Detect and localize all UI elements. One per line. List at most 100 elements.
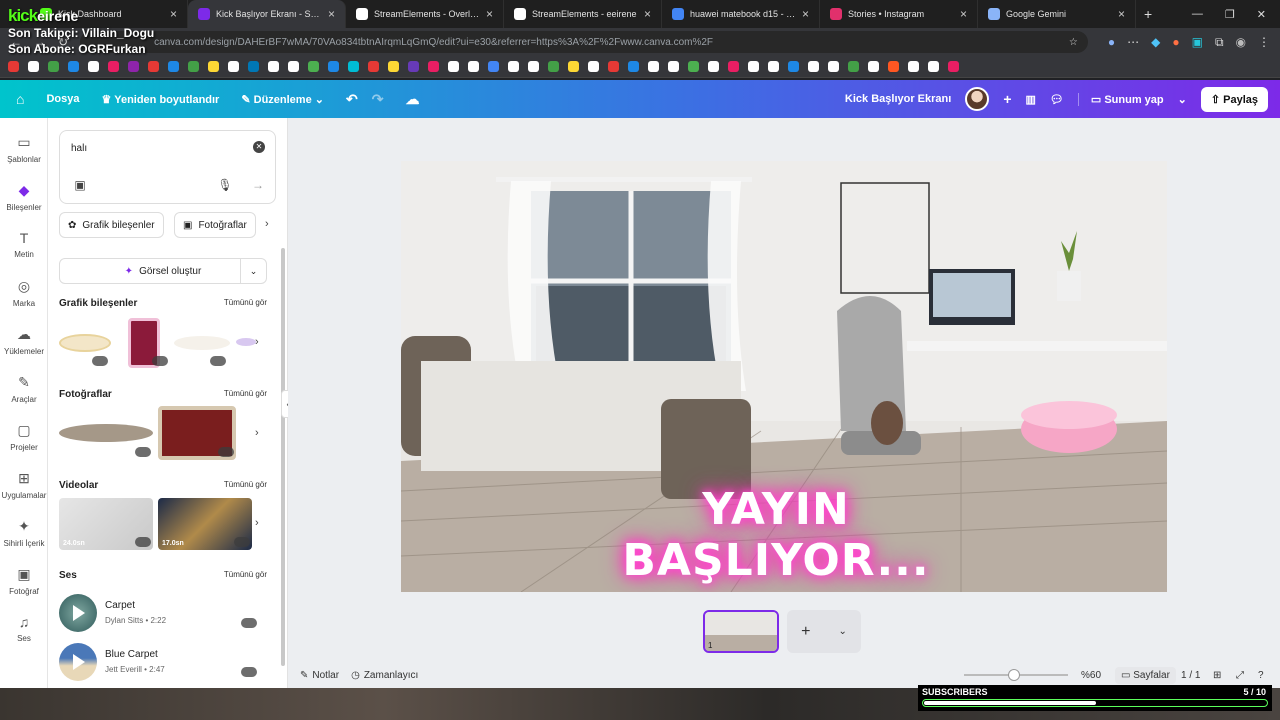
microphone-icon[interactable]: 🎙︎ — [215, 175, 235, 195]
restore-icon[interactable]: ❐ — [1225, 8, 1235, 21]
rail-item[interactable]: ☁ Yüklemeler — [0, 326, 48, 356]
browser-tab[interactable]: Google Gemini × — [978, 0, 1136, 28]
bookmark-icon[interactable] — [508, 61, 519, 72]
share-button[interactable]: ⇧ Paylaş — [1200, 86, 1268, 112]
bookmark-icon[interactable] — [388, 61, 399, 72]
see-all-photos[interactable]: Tümünü gör — [224, 389, 267, 398]
page-thumbnail[interactable]: 1 — [703, 610, 779, 653]
comment-icon[interactable]: 💬︎ — [1050, 93, 1064, 106]
browser-tab[interactable]: Kick Başlıyor Ekranı - Sunum × — [188, 0, 346, 28]
search-box[interactable]: halı ✕ ▣ 🎙︎ → — [59, 130, 276, 204]
extension-icon[interactable]: ▣ — [1192, 35, 1203, 49]
bookmark-icon[interactable] — [248, 61, 259, 72]
play-icon[interactable] — [73, 654, 85, 670]
zoom-slider[interactable] — [964, 669, 1068, 681]
bookmark-icon[interactable] — [48, 61, 59, 72]
extension-icon[interactable]: ⋯ — [1127, 35, 1139, 49]
file-menu[interactable]: Dosya — [46, 93, 79, 105]
rail-item[interactable]: T Metin — [0, 230, 48, 259]
see-all-audio[interactable]: Tümünü gör — [224, 570, 267, 579]
browser-tab[interactable]: huawei matebook d15 - Googl× — [662, 0, 820, 28]
chip-graphics[interactable]: ✿ Grafik bileşenler — [59, 212, 164, 238]
notes-button[interactable]: ✎ Notlar — [300, 670, 339, 681]
bookmark-icon[interactable] — [808, 61, 819, 72]
minimize-icon[interactable]: — — [1192, 8, 1203, 21]
bookmark-icon[interactable] — [928, 61, 939, 72]
undo-icon[interactable]: ↶ — [346, 91, 358, 108]
extensions-puzzle-icon[interactable]: ⧉ — [1215, 35, 1224, 50]
browser-tab[interactable]: StreamElements - Overlays × — [346, 0, 504, 28]
bookmark-star-icon[interactable]: ☆ — [1069, 37, 1078, 48]
bookmark-icon[interactable] — [788, 61, 799, 72]
bookmark-icon[interactable] — [368, 61, 379, 72]
graphic-fluffy-rug[interactable] — [174, 336, 230, 350]
rail-item[interactable]: ⊞ Uygulamalar — [0, 470, 48, 500]
close-icon[interactable]: ✕ — [1257, 8, 1266, 21]
bookmark-icon[interactable] — [728, 61, 739, 72]
bookmark-icon[interactable] — [208, 61, 219, 72]
url-input[interactable]: canva.com/design/DAHErBF7wMA/70VAo834tbt… — [80, 31, 1088, 53]
graphic-purple-rug[interactable] — [236, 338, 256, 346]
pages-button[interactable]: ▭ Sayfalar — [1115, 666, 1176, 684]
chip-next-icon[interactable]: › — [265, 218, 269, 230]
extension-icon[interactable]: ◆ — [1151, 35, 1160, 49]
play-icon[interactable] — [73, 605, 85, 621]
photos-next-icon[interactable]: › — [255, 427, 259, 439]
image-search-icon[interactable]: ▣ — [70, 175, 90, 195]
slide-canvas[interactable]: YAYIN BAŞLIYOR... — [401, 161, 1167, 592]
bookmark-icon[interactable] — [288, 61, 299, 72]
close-tab-icon[interactable]: × — [960, 7, 967, 21]
add-page-button[interactable]: + ⌄ — [787, 610, 861, 653]
add-collaborator-icon[interactable]: + — [1003, 91, 1011, 107]
bookmark-icon[interactable] — [348, 61, 359, 72]
bookmark-icon[interactable] — [148, 61, 159, 72]
insights-icon[interactable]: ▥ — [1026, 93, 1036, 106]
panel-scrollbar[interactable] — [281, 248, 285, 666]
timer-button[interactable]: ◷ Zamanlayıcı — [351, 670, 418, 681]
submit-arrow-icon[interactable]: → — [248, 175, 268, 195]
bookmark-icon[interactable] — [228, 61, 239, 72]
bookmark-icon[interactable] — [408, 61, 419, 72]
new-tab-button[interactable]: + — [1144, 6, 1152, 22]
fullscreen-icon[interactable]: ⤢ — [1236, 670, 1244, 681]
zoom-level[interactable]: %60 — [1081, 670, 1101, 681]
videos-next-icon[interactable]: › — [255, 517, 259, 529]
bookmark-icon[interactable] — [908, 61, 919, 72]
profile-icon[interactable]: ◉ — [1236, 35, 1246, 49]
graphic-round-rug[interactable] — [59, 334, 111, 352]
photo-round-rug[interactable] — [59, 424, 153, 442]
bookmark-icon[interactable] — [308, 61, 319, 72]
see-all-videos[interactable]: Tümünü gör — [224, 480, 267, 489]
bookmark-icon[interactable] — [688, 61, 699, 72]
rail-item[interactable]: ▢ Projeler — [0, 422, 48, 452]
rail-item[interactable]: ▣ Fotoğraf — [0, 566, 48, 596]
close-tab-icon[interactable]: × — [486, 7, 493, 21]
editing-dropdown[interactable]: ✎ Düzenleme ⌄ — [241, 93, 324, 106]
rail-item[interactable]: ◆ Bileşenler — [0, 182, 48, 212]
redo-icon[interactable]: ↷ — [372, 91, 384, 108]
avatar[interactable] — [965, 87, 990, 111]
bookmark-icon[interactable] — [488, 61, 499, 72]
bookmark-icon[interactable] — [528, 61, 539, 72]
menu-kebab-icon[interactable]: ⋮ — [1258, 35, 1270, 49]
bookmark-icon[interactable] — [648, 61, 659, 72]
browser-tab[interactable]: Stories • Instagram × — [820, 0, 978, 28]
bookmark-icon[interactable] — [868, 61, 879, 72]
bookmark-icon[interactable] — [128, 61, 139, 72]
bookmark-icon[interactable] — [108, 61, 119, 72]
bookmark-icon[interactable] — [708, 61, 719, 72]
bookmark-icon[interactable] — [748, 61, 759, 72]
close-tab-icon[interactable]: × — [170, 7, 177, 21]
help-icon[interactable]: ? — [1258, 670, 1264, 681]
bookmark-icon[interactable] — [608, 61, 619, 72]
rail-item[interactable]: ♫ Ses — [0, 614, 48, 643]
rail-item[interactable]: ◎ Marka — [0, 278, 48, 308]
bookmark-icon[interactable] — [828, 61, 839, 72]
audio-track[interactable]: Carpet Dylan Sitts • 2:22 — [59, 594, 267, 634]
chevron-down-icon[interactable]: ⌄ — [839, 626, 847, 637]
extension-icon[interactable]: ● — [1172, 35, 1179, 49]
present-button[interactable]: ▭ Sunum yap — [1077, 92, 1164, 106]
bookmark-icon[interactable] — [568, 61, 579, 72]
grid-view-icon[interactable]: ⊞ — [1213, 670, 1221, 681]
clear-search-icon[interactable]: ✕ — [253, 141, 265, 153]
